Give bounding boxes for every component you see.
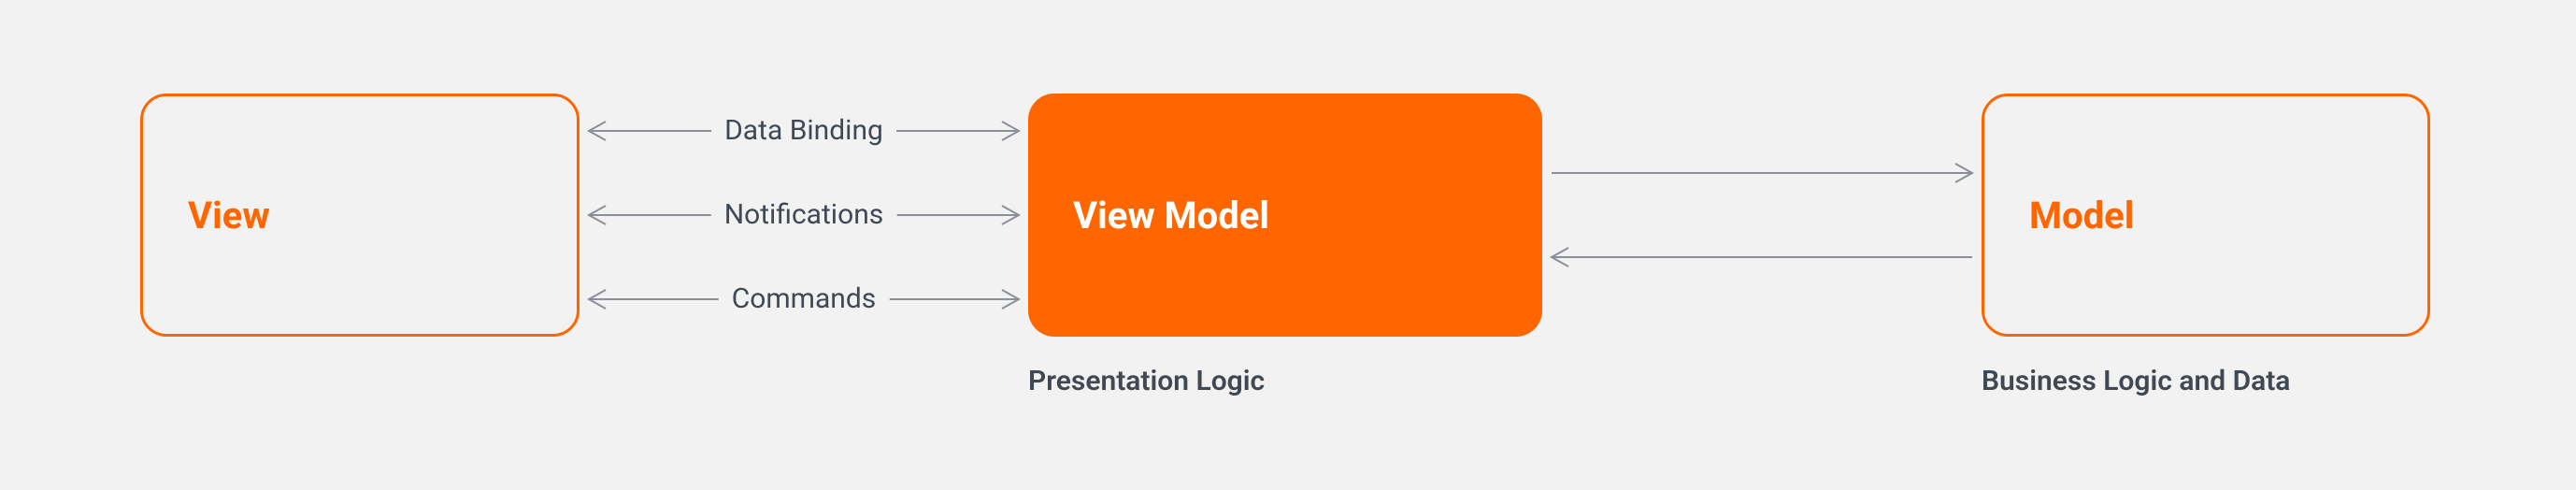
node-model-caption: Business Logic and Data xyxy=(1982,365,2290,397)
edge-label-notifications: Notifications xyxy=(711,198,897,231)
edge-model-to-vm xyxy=(1552,248,1972,267)
node-viewmodel: View Model xyxy=(1028,94,1542,337)
node-view: View xyxy=(140,94,580,337)
edge-label-data-binding: Data Binding xyxy=(711,114,896,147)
edge-label-commands: Commands xyxy=(719,282,890,315)
edge-vm-to-model xyxy=(1552,164,1972,182)
node-model: Model xyxy=(1982,94,2430,337)
node-viewmodel-label: View Model xyxy=(1073,194,1269,238)
node-model-label: Model xyxy=(2029,194,2134,238)
node-view-label: View xyxy=(188,194,270,238)
node-viewmodel-caption: Presentation Logic xyxy=(1028,365,1265,397)
mvvm-diagram: View View Model Presentation Logic Model… xyxy=(0,0,2576,490)
